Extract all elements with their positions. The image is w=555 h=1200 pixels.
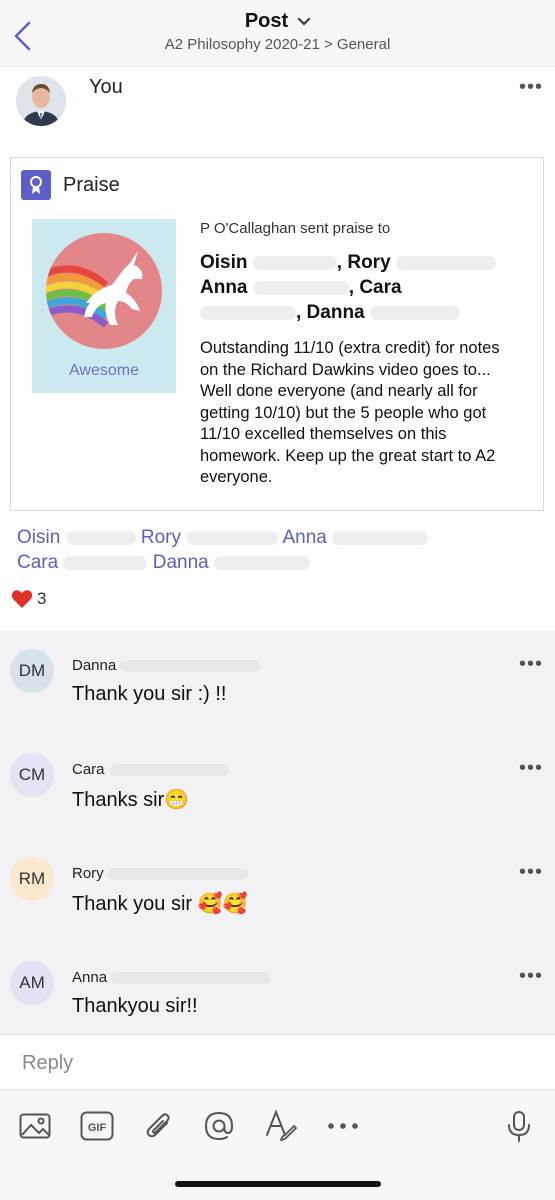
channel-breadcrumb[interactable]: A2 Philosophy 2020-21 > General bbox=[0, 36, 555, 53]
comment-more-button[interactable]: ••• bbox=[519, 861, 543, 884]
recipient-link[interactable]: Danna bbox=[153, 552, 209, 573]
author-name[interactable]: You bbox=[89, 76, 123, 99]
image-icon[interactable] bbox=[17, 1108, 53, 1144]
post-more-button[interactable]: ••• bbox=[519, 76, 543, 99]
avatar[interactable] bbox=[16, 76, 66, 126]
comment-author: Danna bbox=[72, 657, 261, 674]
awesome-badge-tile: Awesome bbox=[32, 219, 176, 393]
comment-author: Cara bbox=[72, 761, 229, 778]
comment-text: Thanks sir😁 bbox=[72, 789, 190, 811]
redacted-text bbox=[252, 280, 349, 295]
comment-author: Rory bbox=[72, 865, 248, 882]
unicorn-icon bbox=[46, 233, 162, 349]
redacted-text bbox=[111, 972, 272, 985]
recipient-name: Oisin bbox=[200, 252, 248, 273]
recipient-link[interactable]: Oisin bbox=[17, 527, 60, 548]
mention-icon[interactable] bbox=[201, 1108, 237, 1144]
redacted-text bbox=[395, 255, 496, 270]
avatar[interactable]: DM bbox=[10, 649, 54, 693]
recipient-name: , Rory bbox=[336, 252, 391, 273]
format-icon[interactable] bbox=[263, 1108, 299, 1144]
praise-label: Praise bbox=[63, 173, 120, 196]
avatar[interactable]: RM bbox=[10, 857, 54, 901]
top-bar: Post A2 Philosophy 2020-21 > General bbox=[0, 0, 555, 67]
attach-icon[interactable] bbox=[141, 1108, 177, 1144]
more-icon[interactable] bbox=[325, 1108, 361, 1144]
gif-icon[interactable]: GIF bbox=[79, 1108, 115, 1144]
post-title[interactable]: Post bbox=[244, 10, 311, 33]
recipient-link[interactable]: Anna bbox=[283, 527, 327, 548]
heart-icon bbox=[11, 590, 33, 608]
praise-message: Outstanding 11/10 (extra credit) for not… bbox=[200, 339, 500, 486]
list-item: AM Anna Thankyou sir!! ••• bbox=[0, 943, 555, 1047]
praise-card: Praise Awesome P O'Callaghan sent praise… bbox=[10, 157, 544, 511]
praise-badge-icon bbox=[21, 170, 51, 200]
post-title-text: Post bbox=[244, 10, 289, 32]
mic-icon[interactable] bbox=[501, 1108, 537, 1144]
list-item: CM Cara Thanks sir😁 ••• bbox=[0, 735, 555, 839]
redacted-text bbox=[65, 530, 136, 545]
comment-more-button[interactable]: ••• bbox=[519, 965, 543, 988]
redacted-text bbox=[200, 305, 296, 320]
praise-recipients: Oisin , Rory Anna , Cara , Danna bbox=[200, 250, 520, 325]
comment-author: Anna bbox=[72, 969, 272, 986]
avatar[interactable]: AM bbox=[10, 961, 54, 1005]
sent-praise-line: P O'Callaghan sent praise to bbox=[200, 220, 391, 237]
redacted-text bbox=[214, 555, 311, 570]
badge-label: Awesome bbox=[69, 362, 139, 379]
avatar[interactable]: CM bbox=[10, 753, 54, 797]
home-indicator bbox=[175, 1181, 381, 1187]
recipient-name: , Cara bbox=[348, 277, 402, 298]
recipient-name: , Danna bbox=[296, 302, 365, 323]
redacted-text bbox=[108, 764, 229, 777]
comment-text: Thankyou sir!! bbox=[72, 995, 198, 1017]
comment-more-button[interactable]: ••• bbox=[519, 653, 543, 676]
reaction-count: 3 bbox=[37, 589, 47, 608]
comment-more-button[interactable]: ••• bbox=[519, 757, 543, 780]
redacted-text bbox=[120, 660, 261, 673]
redacted-text bbox=[252, 255, 337, 270]
comment-text: Thank you sir :) !! bbox=[72, 683, 227, 705]
recipient-links: Oisin Rory Anna Cara Danna bbox=[17, 525, 537, 575]
svg-text:GIF: GIF bbox=[88, 1122, 107, 1134]
chevron-down-icon bbox=[298, 17, 311, 25]
reply-input[interactable] bbox=[20, 1047, 524, 1079]
redacted-text bbox=[369, 305, 460, 320]
reaction-summary[interactable]: 3 bbox=[11, 589, 46, 609]
redacted-text bbox=[186, 530, 279, 545]
recipient-link[interactable]: Cara bbox=[17, 552, 58, 573]
list-item: RM Rory Thank you sir 🥰🥰 ••• bbox=[0, 839, 555, 943]
redacted-text bbox=[332, 530, 429, 545]
reply-bar bbox=[0, 1034, 555, 1090]
comments-list: DM Danna Thank you sir :) !! ••• CM Cara… bbox=[0, 631, 555, 1034]
redacted-text bbox=[107, 868, 248, 881]
recipient-link[interactable]: Rory bbox=[141, 527, 181, 548]
redacted-text bbox=[63, 555, 148, 570]
comment-text: Thank you sir 🥰🥰 bbox=[72, 893, 248, 915]
profile-photo-icon bbox=[16, 76, 66, 126]
recipient-name: Anna bbox=[200, 277, 248, 298]
list-item: DM Danna Thank you sir :) !! ••• bbox=[0, 631, 555, 735]
